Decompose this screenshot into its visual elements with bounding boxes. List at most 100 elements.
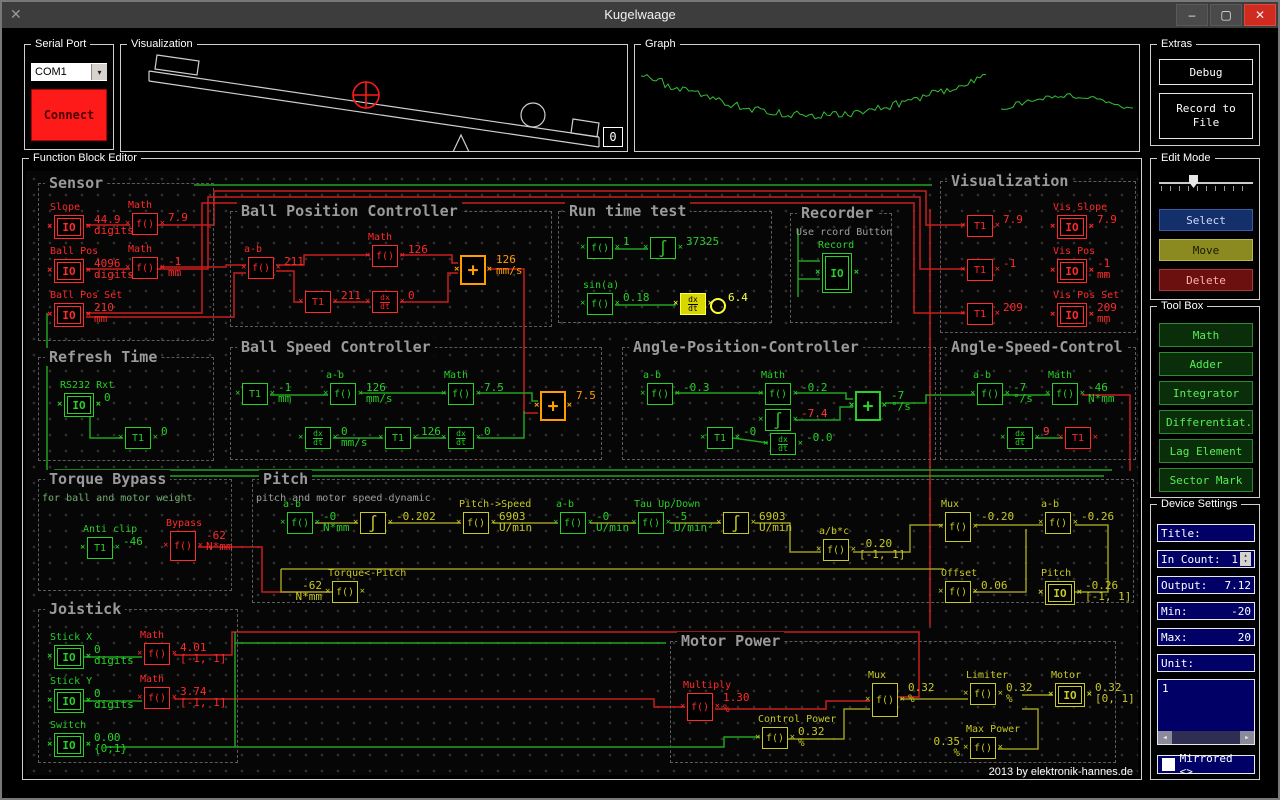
edit-mode-slider[interactable] — [1159, 175, 1253, 193]
max-field[interactable]: Max: 20 — [1157, 628, 1255, 646]
block-a-b[interactable]: a-bf()-0N*mm — [287, 512, 313, 534]
block-multiply[interactable]: Multiplyf()1.30% — [687, 693, 713, 721]
block-body[interactable]: f() — [762, 727, 788, 749]
chevron-down-icon[interactable]: ▾ — [91, 64, 107, 80]
block-a-b-c[interactable]: a/b*cf()-0.20[-1, 1] — [823, 539, 849, 561]
block-body[interactable]: f() — [638, 512, 664, 534]
block-body[interactable]: T1 — [125, 427, 151, 449]
block-int[interactable]: ∫37325 — [650, 237, 676, 259]
block-body[interactable]: dxdt — [372, 291, 398, 313]
block-body[interactable]: f() — [330, 383, 356, 405]
block-body[interactable]: IO — [1055, 683, 1085, 707]
tool-sector-mark-button[interactable]: Sector Mark — [1159, 468, 1253, 492]
block-body[interactable]: f() — [687, 693, 713, 721]
block-body[interactable]: f() — [970, 683, 996, 705]
title-field[interactable]: Title: — [1157, 524, 1255, 542]
block-a-b[interactable]: a-bf()126mm/s — [330, 383, 356, 405]
select-mode-button[interactable]: Select — [1159, 209, 1253, 231]
block-body[interactable]: IO — [54, 733, 84, 757]
close-button[interactable]: ✕ — [1244, 4, 1276, 26]
block-body[interactable]: IO — [1057, 259, 1087, 283]
scroll-track[interactable] — [1172, 731, 1240, 744]
block-motor[interactable]: MotorIO0.32[0, 1] — [1055, 683, 1085, 707]
in-count-spinner[interactable]: ▴▾ — [1240, 552, 1251, 566]
block-tau-up-down[interactable]: Tau Up/Downf()-5U/min² — [638, 512, 664, 534]
block-t1[interactable]: T1-0 — [707, 427, 733, 449]
block-fn[interactable]: f()1 — [587, 237, 613, 259]
block-switch[interactable]: SwitchIO0.00{0;1} — [54, 733, 84, 757]
block-t1[interactable]: T1-1 — [967, 259, 993, 281]
block-body[interactable]: IO — [822, 253, 852, 293]
block-body[interactable]: f() — [144, 687, 170, 709]
debug-button[interactable]: Debug — [1159, 59, 1253, 85]
block-record[interactable]: RecordIO — [822, 253, 852, 293]
block-vis-slope[interactable]: Vis SlopeIO7.9 — [1057, 215, 1087, 239]
block-add[interactable]: +7.5 — [540, 391, 566, 421]
block-ddt[interactable]: dxdt0 — [448, 427, 474, 449]
block-body[interactable]: ∫ — [360, 512, 386, 534]
block-body[interactable]: T1 — [305, 291, 331, 313]
tool-differentiator-button[interactable]: Differentiat. — [1159, 410, 1253, 434]
block-body[interactable]: f() — [970, 737, 996, 759]
block-control-power[interactable]: Control Powerf()0.32% — [762, 727, 788, 749]
block-sin-a[interactable]: sin(a)f()0.18 — [587, 293, 613, 315]
block-body[interactable]: f() — [647, 383, 673, 405]
block-vis-pos[interactable]: Vis PosIO-1mm — [1057, 259, 1087, 283]
block-body[interactable]: T1 — [967, 215, 993, 237]
block-body[interactable]: + — [460, 255, 486, 285]
min-field[interactable]: Min: -20 — [1157, 602, 1255, 620]
block-int[interactable]: ∫-7.4 — [765, 409, 791, 431]
block-body[interactable]: f() — [765, 383, 791, 405]
block-ddt[interactable]: dxdt0mm/s — [305, 427, 331, 449]
block-max-power[interactable]: Max Powerf()0.35% — [970, 737, 996, 759]
block-body[interactable]: T1 — [967, 303, 993, 325]
com-port-select[interactable]: COM1 ▾ — [31, 63, 107, 81]
block-add[interactable]: +-7°/s — [855, 391, 881, 421]
move-mode-button[interactable]: Move — [1159, 239, 1253, 261]
block-math[interactable]: Mathf()126 — [372, 245, 398, 267]
block-body[interactable]: f() — [372, 245, 398, 267]
block-body[interactable]: f() — [1052, 383, 1078, 405]
horizontal-scrollbar[interactable]: ◂ ▸ — [1158, 731, 1254, 744]
connect-button[interactable]: Connect — [31, 89, 107, 141]
block-math[interactable]: Mathf()4.01[-1, 1] — [144, 643, 170, 665]
block-body[interactable]: f() — [332, 581, 358, 603]
minimize-button[interactable]: – — [1176, 4, 1208, 26]
block-body[interactable]: dxdt — [680, 293, 706, 315]
block-body[interactable]: f() — [132, 257, 158, 279]
scroll-left-icon[interactable]: ◂ — [1158, 731, 1172, 744]
block-ddt[interactable]: dxdt6.4 — [680, 293, 706, 315]
device-list[interactable]: 1 ◂ ▸ — [1157, 679, 1255, 745]
block-ball-pos[interactable]: Ball PosIO4096digits — [54, 259, 84, 283]
block-body[interactable]: f() — [872, 683, 898, 717]
block-body[interactable]: IO — [1045, 581, 1075, 605]
block-t1[interactable]: T1211 — [305, 291, 331, 313]
block-body[interactable]: f() — [823, 539, 849, 561]
block-body[interactable]: IO — [54, 303, 84, 327]
maximize-button[interactable]: ▢ — [1210, 4, 1242, 26]
block-t1[interactable]: T1 — [1065, 427, 1091, 449]
block-anti-clip[interactable]: Anti clipT1-46 — [87, 537, 113, 559]
in-count-field[interactable]: In Count: 1 ▴▾ — [1157, 550, 1255, 568]
block-mux[interactable]: Muxf()-0.20 — [945, 512, 971, 542]
block-body[interactable]: IO — [1057, 215, 1087, 239]
block-add[interactable]: +126mm/s — [460, 255, 486, 285]
block-a-b[interactable]: a-bf()-7°/s — [977, 383, 1003, 405]
block-bypass[interactable]: Bypassf()-62N*mm — [170, 531, 196, 561]
block-offset[interactable]: Offsetf()0.06 — [945, 581, 971, 603]
block-body[interactable]: IO — [54, 689, 84, 713]
block-body[interactable]: T1 — [1065, 427, 1091, 449]
block-body[interactable]: f() — [587, 237, 613, 259]
block-body[interactable]: f() — [132, 213, 158, 235]
block-body[interactable]: f() — [287, 512, 313, 534]
delete-mode-button[interactable]: Delete — [1159, 269, 1253, 291]
block-body[interactable]: IO — [54, 645, 84, 669]
block-body[interactable]: f() — [448, 383, 474, 405]
block-math[interactable]: Mathf()-46N*mm — [1052, 383, 1078, 405]
block-t1[interactable]: T17.9 — [967, 215, 993, 237]
block-t1[interactable]: T1209 — [967, 303, 993, 325]
block-ddt[interactable]: dxdt0 — [372, 291, 398, 313]
block-body[interactable]: ∫ — [765, 409, 791, 431]
block-math[interactable]: Mathf()3.74[-1, 1] — [144, 687, 170, 709]
block-body[interactable]: + — [855, 391, 881, 421]
